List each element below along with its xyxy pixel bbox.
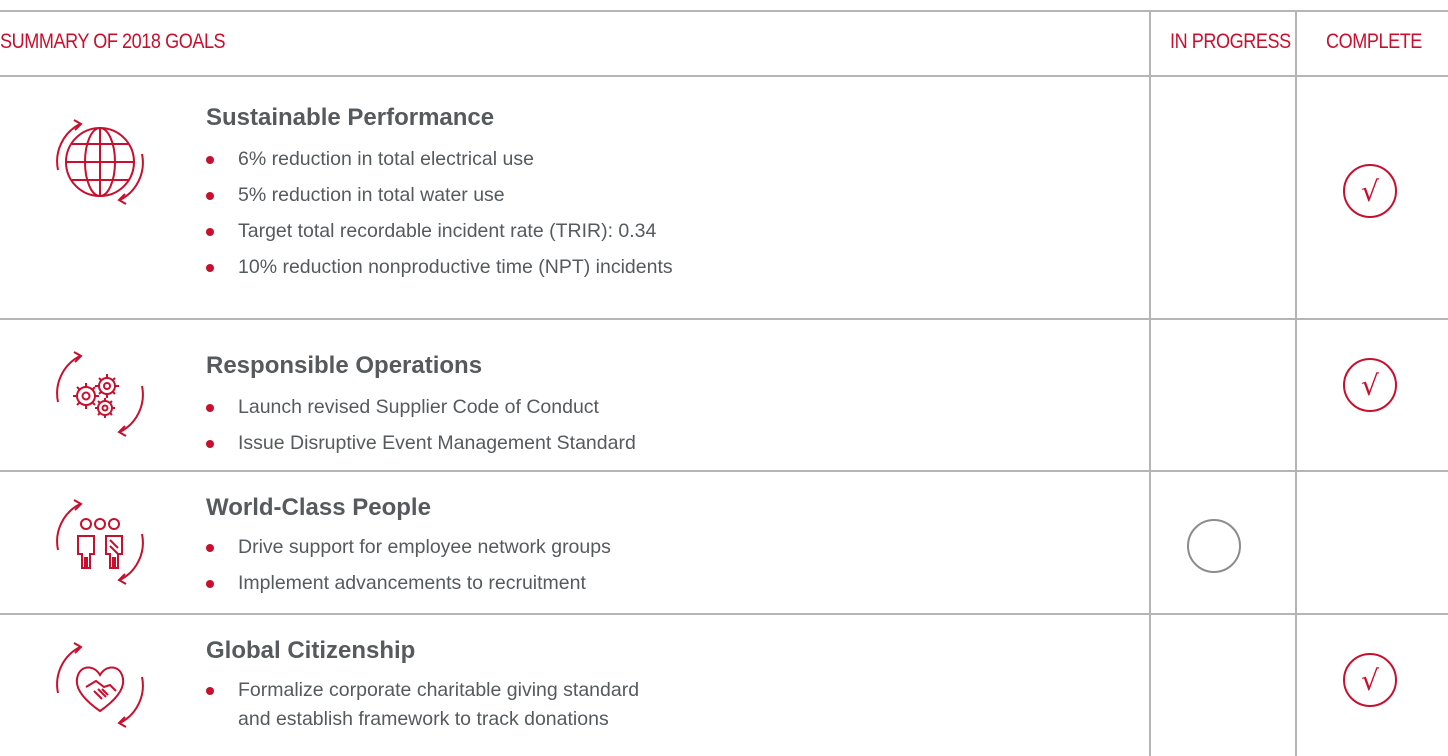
complete-check-icon: √	[1342, 163, 1398, 219]
gears-arrows-icon	[50, 344, 150, 444]
list-item: Drive support for employee network group…	[206, 536, 611, 559]
list-item: Formalize corporate charitable giving st…	[206, 679, 639, 702]
list-item: 5% reduction in total water use	[206, 184, 673, 207]
bullet-dot	[206, 404, 214, 412]
bullet-dot	[206, 228, 214, 236]
bullet-dot	[206, 264, 214, 272]
bullet-dot	[206, 192, 214, 200]
bullet-dot	[206, 156, 214, 164]
bullet-dot	[206, 687, 214, 695]
complete-check-icon: √	[1342, 357, 1398, 413]
goal-title: Sustainable Performance	[206, 104, 495, 131]
table-top-rule	[0, 10, 1448, 12]
goal-item-list: Launch revised Supplier Code of Conduct …	[206, 396, 636, 455]
goal-item-list: Formalize corporate charitable giving st…	[206, 679, 639, 737]
people-arrows-icon	[50, 492, 150, 592]
heart-handshake-arrows-icon	[50, 635, 150, 735]
bullet-dot	[206, 544, 214, 552]
goal-row-responsible-operations: Responsible Operations Launch revised Su…	[0, 320, 1448, 470]
complete-check-icon: √	[1342, 652, 1398, 708]
column-header-in-progress: IN PROGRESS	[1170, 30, 1291, 53]
goal-title: Global Citizenship	[206, 637, 416, 664]
list-item: 6% reduction in total electrical use	[206, 148, 673, 171]
status-mark: √	[1361, 175, 1379, 208]
goal-row-global-citizenship: Global Citizenship Formalize corporate c…	[0, 615, 1448, 756]
goal-item-list: Drive support for employee network group…	[206, 536, 611, 595]
list-item: Issue Disruptive Event Management Standa…	[206, 432, 636, 455]
bullet-dot	[206, 580, 214, 588]
header-bottom-rule	[0, 75, 1448, 77]
table-title: SUMMARY OF 2018 GOALS	[0, 30, 226, 53]
list-item: 10% reduction nonproductive time (NPT) i…	[206, 256, 673, 279]
in-progress-circle-icon	[1186, 518, 1242, 574]
column-header-complete: COMPLETE	[1326, 30, 1422, 53]
goal-title: Responsible Operations	[206, 352, 483, 379]
globe-arrows-icon	[50, 112, 150, 212]
bullet-dot	[206, 440, 214, 448]
list-item: Implement advancements to recruitment	[206, 572, 611, 595]
goal-title: World-Class People	[206, 494, 431, 521]
list-item: Launch revised Supplier Code of Conduct	[206, 396, 636, 419]
list-item: Target total recordable incident rate (T…	[206, 220, 673, 243]
goal-row-sustainable-performance: Sustainable Performance 6% reduction in …	[0, 78, 1448, 318]
goals-summary-page: SUMMARY OF 2018 GOALS IN PROGRESS COMPLE…	[0, 0, 1448, 756]
status-mark: √	[1361, 369, 1379, 402]
list-item-continuation: and establish framework to track donatio…	[238, 708, 609, 730]
goal-row-world-class-people: World-Class People Drive support for emp…	[0, 472, 1448, 613]
goal-item-list: 6% reduction in total electrical use 5% …	[206, 148, 673, 279]
status-mark: √	[1361, 664, 1379, 697]
goals-table: SUMMARY OF 2018 GOALS IN PROGRESS COMPLE…	[0, 0, 1448, 756]
